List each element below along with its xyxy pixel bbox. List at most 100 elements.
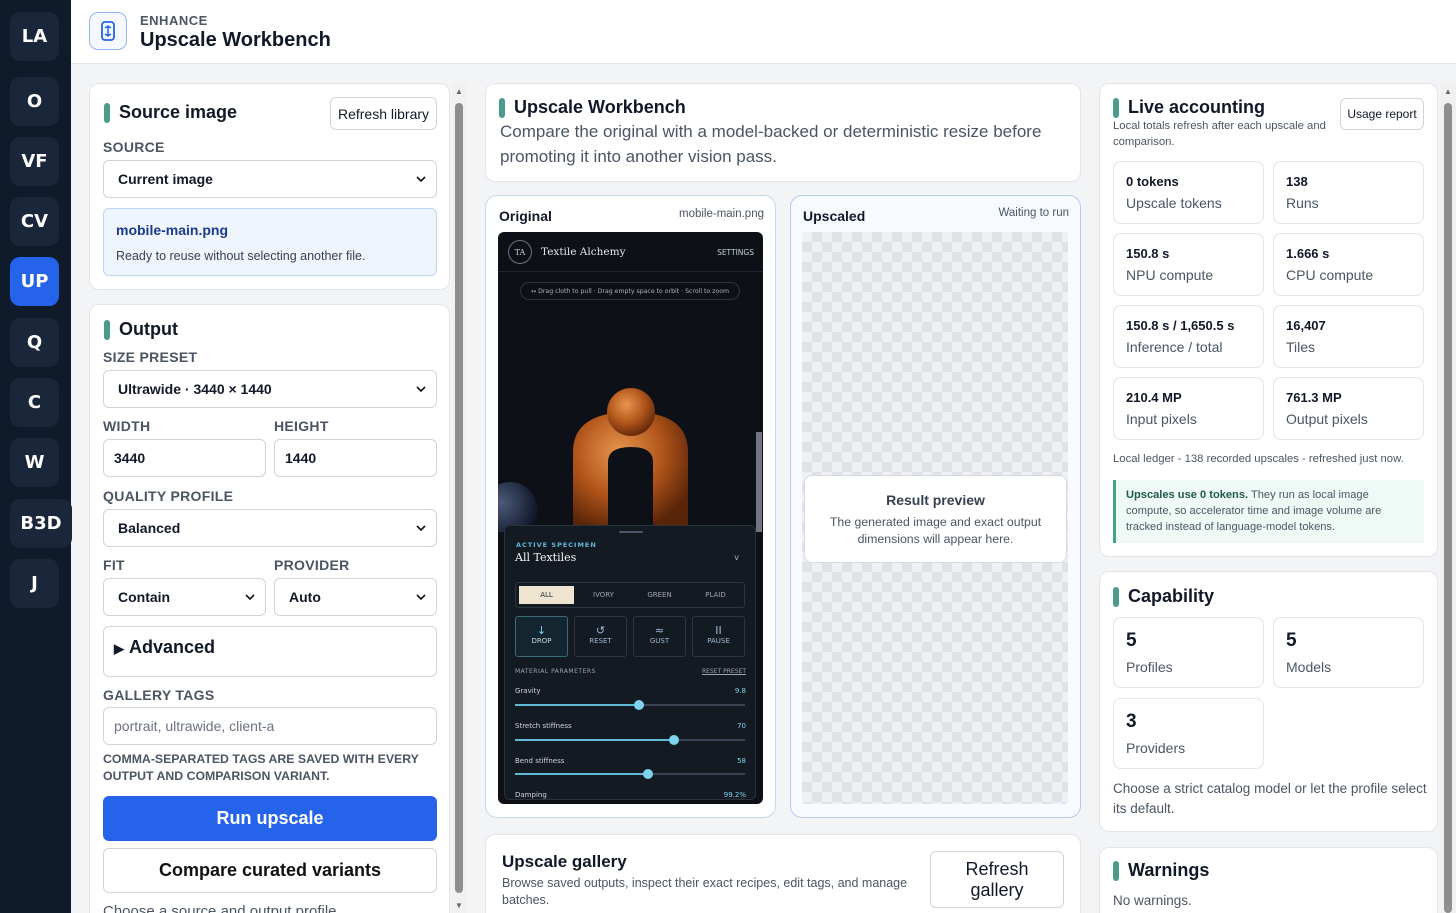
heading-marker [499, 97, 505, 118]
rail-item-up[interactable]: UP [10, 257, 59, 306]
param-stretch-slider[interactable] [515, 735, 745, 745]
rail-item-q[interactable]: Q [10, 318, 59, 367]
tool-reset[interactable]: ↺ RESET [574, 616, 627, 657]
size-preset-select[interactable]: Ultrawide · 3440 × 1440 [103, 370, 437, 408]
original-label: Original [499, 208, 552, 224]
rail-item-la[interactable]: LA [10, 12, 59, 61]
left-scrollbar-thumb[interactable] [455, 103, 463, 893]
capability-panel: Capability 5 Profiles 5 Models 3 Providers … [1099, 571, 1438, 832]
preview-hint: ↔ Drag cloth to pull · Drag empty space … [520, 282, 740, 300]
provider-label: PROVIDER [274, 557, 350, 573]
gallery-tags-input[interactable]: portrait, ultrawide, client-a [103, 707, 437, 745]
source-file-card: mobile-main.png Ready to reuse without s… [103, 208, 437, 276]
filter-tabs: ALL IVORY GREEN PLAID [515, 582, 745, 608]
run-upscale-button[interactable]: Run upscale [103, 796, 437, 841]
chevron-down-icon [416, 594, 426, 601]
stat-input-pixels: 210.4 MP Input pixels [1113, 377, 1264, 440]
rail-item-cv[interactable]: CV [10, 197, 59, 246]
chevron-down-icon [416, 525, 426, 532]
gallery-desc: Browse saved outputs, inspect their exac… [502, 876, 908, 907]
rail-item-b3d[interactable]: B3D [10, 499, 72, 548]
filter-tab-ivory[interactable]: IVORY [576, 586, 631, 604]
param-stretch-value: 70 [737, 722, 746, 730]
param-bend-slider[interactable] [515, 769, 745, 779]
fit-label: FIT [103, 557, 125, 573]
height-input[interactable]: 1440 [274, 439, 437, 477]
heading-marker [1113, 860, 1119, 881]
rail-item-w[interactable]: W [10, 438, 59, 487]
usage-report-button[interactable]: Usage report [1340, 98, 1424, 130]
provider-select[interactable]: Auto [274, 578, 437, 616]
accounting-heading: Live accounting [1113, 97, 1265, 118]
source-heading: Source image [104, 102, 237, 123]
width-label: WIDTH [103, 418, 151, 434]
heading-marker [1113, 586, 1119, 607]
slider-knob[interactable] [634, 700, 644, 710]
sheet-handle[interactable] [619, 531, 643, 533]
rail-item-j[interactable]: J [10, 559, 59, 608]
specimen-toggle-icon[interactable]: v [734, 553, 739, 562]
tool-gust[interactable]: ≈ GUST [633, 616, 686, 657]
enhance-app-icon [89, 12, 127, 50]
refresh-library-button[interactable]: Refresh library [330, 97, 437, 130]
refresh-gallery-button[interactable]: Refresh gallery [930, 851, 1064, 908]
param-damping-value: 99.2% [723, 791, 746, 799]
preview-settings: SETTINGS [717, 248, 754, 257]
scroll-up-icon[interactable]: ▲ [1444, 87, 1452, 96]
filter-tab-green[interactable]: GREEN [632, 586, 687, 604]
stat-npu-compute: 150.8 s NPU compute [1113, 233, 1264, 296]
ledger-note: Local ledger - 138 recorded upscales - r… [1113, 453, 1404, 465]
heading-marker [1113, 97, 1119, 118]
stat-output-pixels: 761.3 MP Output pixels [1273, 377, 1424, 440]
tool-drop[interactable]: ↓ DROP [515, 616, 568, 657]
fit-select[interactable]: Contain [103, 578, 266, 616]
advanced-disclosure[interactable]: ▶ Advanced [103, 626, 437, 677]
warnings-text: No warnings. [1113, 893, 1192, 908]
rail-item-vf[interactable]: VF [10, 137, 59, 186]
rail-item-c[interactable]: C [10, 378, 59, 427]
page-title: Upscale Workbench [140, 29, 331, 51]
reset-preset-link[interactable]: RESET PRESET [702, 668, 746, 675]
stat-cpu-compute: 1.666 s CPU compute [1273, 233, 1424, 296]
result-preview-title: Result preview [886, 492, 985, 508]
scroll-down-icon[interactable]: ▼ [455, 901, 463, 910]
accounting-subtitle: Local totals refresh after each upscale … [1113, 120, 1326, 148]
quality-profile-select[interactable]: Balanced [103, 509, 437, 547]
stat-inference-total: 150.8 s / 1,650.5 s Inference / total [1113, 305, 1264, 368]
cap-profiles: 5 Profiles [1113, 617, 1264, 688]
cloth-render [498, 388, 762, 532]
gallery-tags-label: GALLERY TAGS [103, 687, 215, 703]
stat-runs: 138 Runs [1273, 161, 1424, 224]
wind-icon: ≈ [654, 624, 665, 637]
tool-pause[interactable]: II PAUSE [692, 616, 745, 657]
slider-knob[interactable] [643, 769, 653, 779]
reset-icon: ↺ [595, 624, 606, 637]
workbench-intro: Upscale Workbench Compare the original w… [485, 83, 1081, 182]
right-scrollbar-thumb[interactable] [1444, 103, 1452, 913]
scroll-up-icon[interactable]: ▲ [455, 87, 463, 96]
output-footer-hint: Choose a source and output profile [103, 903, 337, 913]
source-select[interactable]: Current image [103, 160, 437, 198]
param-stretch-name: Stretch stiffness [515, 722, 572, 730]
gallery-title: Upscale gallery [502, 852, 627, 871]
compare-variants-button[interactable]: Compare curated variants [103, 848, 437, 893]
workbench-description: Compare the original with a model-backed… [500, 122, 1042, 166]
upscaled-label: Upscaled [803, 208, 866, 224]
right-scrollbar[interactable]: ▲ [1440, 83, 1456, 913]
filter-tab-plaid[interactable]: PLAID [688, 586, 743, 604]
tokens-callout: Upscales use 0 tokens. They run as local… [1113, 480, 1424, 543]
chevron-down-icon [245, 594, 255, 601]
left-scrollbar[interactable]: ▲ ▼ [452, 83, 466, 913]
source-file-name: mobile-main.png [116, 222, 228, 238]
rail-item-o[interactable]: O [10, 77, 59, 126]
output-panel: Output SIZE PRESET Ultrawide · 3440 × 14… [89, 304, 450, 913]
width-input[interactable]: 3440 [103, 439, 266, 477]
app-rail: LA O VF CV UP Q C W B3D J [0, 0, 72, 913]
arrow-down-icon: ↓ [536, 624, 547, 637]
filter-tab-all[interactable]: ALL [519, 586, 574, 604]
result-preview-placeholder: Result preview The generated image and e… [804, 475, 1067, 563]
slider-knob[interactable] [669, 735, 679, 745]
param-gravity-slider[interactable] [515, 700, 745, 710]
param-damping-name: Damping [515, 791, 547, 799]
warnings-panel: Warnings No warnings. [1099, 847, 1438, 913]
